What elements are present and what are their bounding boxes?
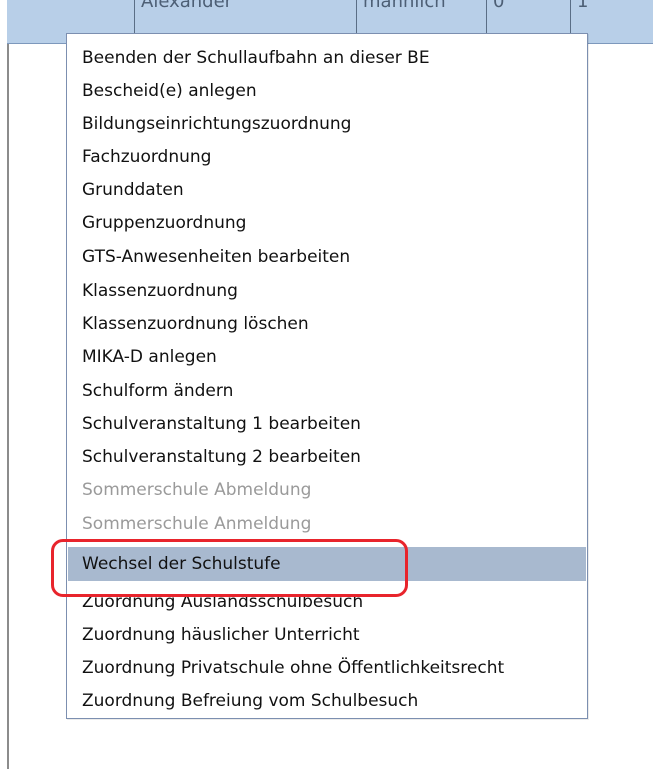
menu-item-bildungseinrichtungszuordnung[interactable]: Bildungseinrichtungszuordnung [68, 107, 586, 141]
menu-item-mika-d-anlegen[interactable]: MIKA-D anlegen [68, 340, 586, 374]
menu-item-schulform-aendern[interactable]: Schulform ändern [68, 374, 586, 408]
menu-item-beenden-der-schullaufbahn[interactable]: Beenden der Schullaufbahn an dieser BE [68, 41, 586, 75]
menu-item-schulveranstaltung-2[interactable]: Schulveranstaltung 2 bearbeiten [68, 440, 586, 474]
menu-item-klassenzuordnung[interactable]: Klassenzuordnung [68, 274, 586, 308]
menu-item-grunddaten[interactable]: Grunddaten [68, 173, 586, 207]
menu-item-fachzuordnung[interactable]: Fachzuordnung [68, 140, 586, 174]
menu-item-zuordnung-privatschule[interactable]: Zuordnung Privatschule ohne Öffentlichke… [68, 651, 586, 685]
menu-item-gruppenzuordnung[interactable]: Gruppenzuordnung [68, 206, 586, 240]
background-panel: Alexander männlich 0 1 Beenden der Schul… [0, 0, 653, 769]
panel-left-border [7, 44, 9, 769]
menu-item-wechsel-der-schulstufe[interactable]: Wechsel der Schulstufe [68, 547, 586, 581]
menu-item-zuordnung-auslandsschulbesuch[interactable]: Zuordnung Auslandsschulbesuch [68, 585, 586, 619]
menu-item-klassenzuordnung-loeschen[interactable]: Klassenzuordnung löschen [68, 307, 586, 341]
menu-item-schulveranstaltung-1[interactable]: Schulveranstaltung 1 bearbeiten [68, 407, 586, 441]
menu-item-sommerschule-abmeldung: Sommerschule Abmeldung [82, 480, 312, 500]
menu-item-zuordnung-haeuslicher-unterricht[interactable]: Zuordnung häuslicher Unterricht [68, 618, 586, 652]
menu-item-zuordnung-befreiung[interactable]: Zuordnung Befreiung vom Schulbesuch [68, 684, 586, 718]
menu-item-sommerschule-anmeldung: Sommerschule Anmeldung [82, 514, 312, 534]
context-menu: Beenden der Schullaufbahn an dieser BE B… [66, 33, 588, 719]
menu-item-gts-anwesenheiten[interactable]: GTS-Anwesenheiten bearbeiten [68, 240, 586, 274]
menu-item-bescheid-anlegen[interactable]: Bescheid(e) anlegen [68, 74, 586, 108]
